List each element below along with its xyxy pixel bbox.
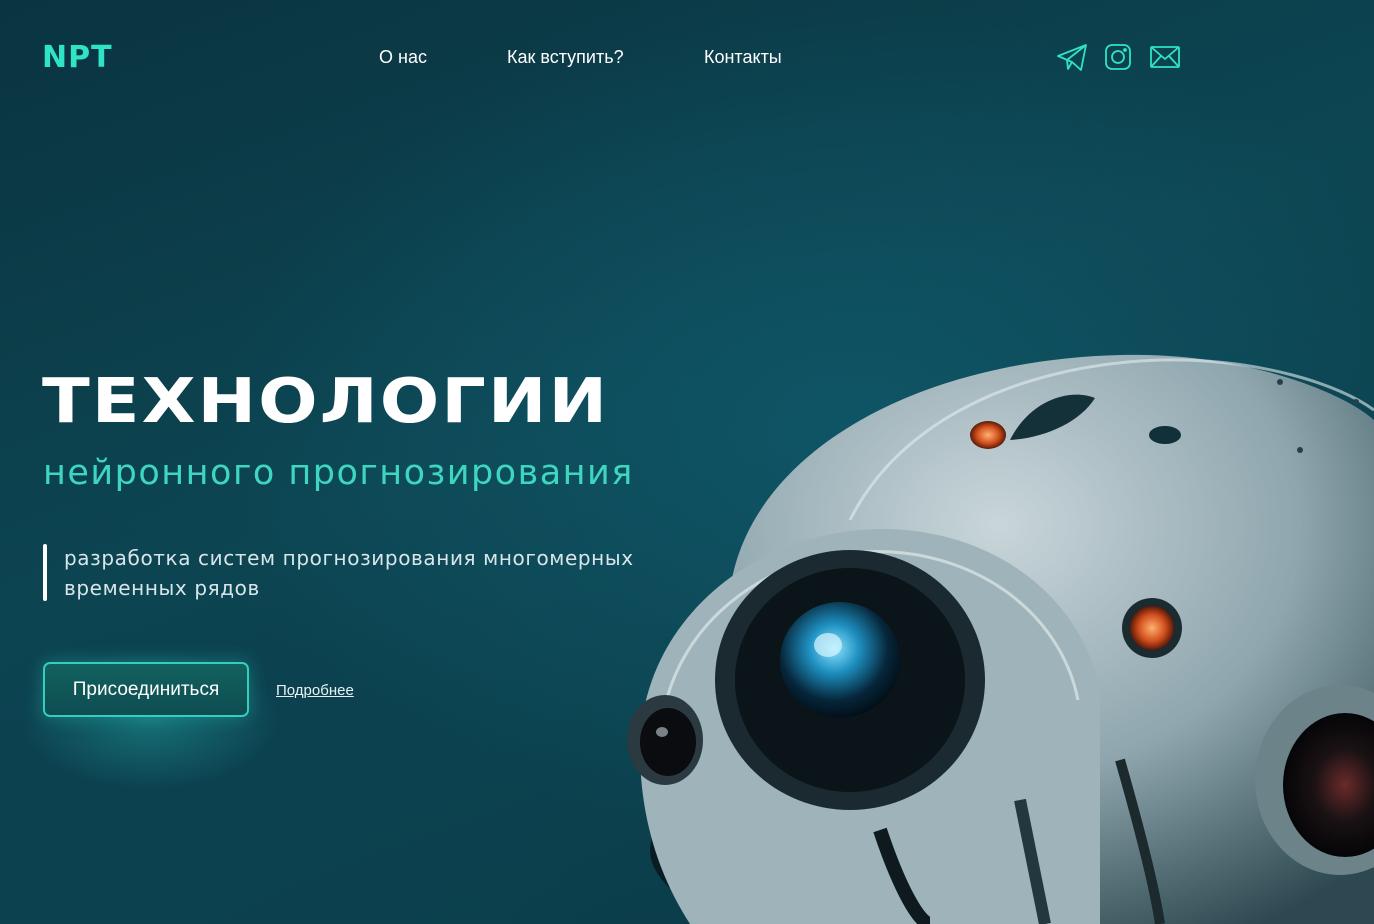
site-header: NPT О нас Как вступить? Контакты: [0, 0, 1374, 115]
mail-icon[interactable]: [1148, 40, 1182, 74]
description-accent-bar: [43, 544, 47, 601]
logo[interactable]: NPT: [42, 40, 113, 75]
hero-description-line-2: временных рядов: [64, 576, 260, 600]
hero-description: разработка систем прогнозирования многом…: [64, 543, 664, 603]
nav-how-to-join[interactable]: Как вступить?: [507, 47, 624, 68]
nav-about[interactable]: О нас: [379, 47, 427, 68]
more-link[interactable]: Подробнее: [276, 682, 354, 699]
join-button[interactable]: Присоединиться: [43, 662, 249, 717]
hero-title: ТЕХНОЛОГИИ: [42, 365, 610, 438]
telegram-icon[interactable]: [1055, 40, 1089, 74]
hero-description-line-1: разработка систем прогнозирования многом…: [64, 546, 634, 570]
instagram-icon[interactable]: [1101, 40, 1135, 74]
robot-illustration: [627, 354, 1374, 924]
nav-contacts[interactable]: Контакты: [704, 47, 782, 68]
hero-subtitle: нейронного прогнозирования: [43, 453, 634, 493]
